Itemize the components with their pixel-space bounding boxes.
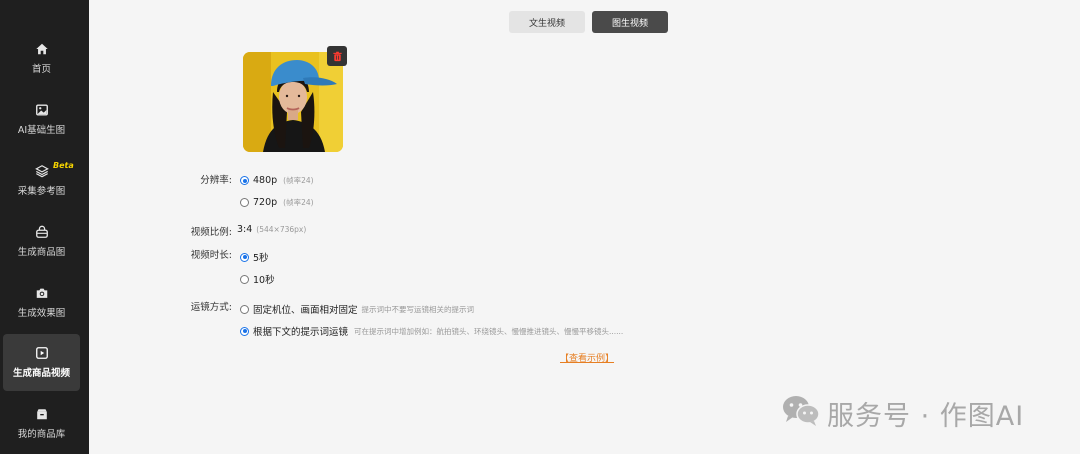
ratio-text: 3:4 xyxy=(237,224,253,235)
option-label: 根据下文的提示词运镜 xyxy=(253,327,349,338)
sidebar-item-label: 首页 xyxy=(31,64,51,75)
sidebar: 首页 AI基础生图 Beta 采集参考图 生成商品图 生成效果图 生成商品视频 xyxy=(0,0,89,454)
camera-option-fixed[interactable]: 固定机位、画面相对固定 提示词中不要写运镜相关的提示词 xyxy=(240,302,474,316)
option-label: 720p xyxy=(253,197,278,208)
radio-button[interactable] xyxy=(240,326,249,336)
radio-button[interactable] xyxy=(240,176,249,185)
uploaded-image-thumbnail[interactable] xyxy=(243,52,343,152)
ratio-hint: (544×736px) xyxy=(256,225,307,234)
sidebar-item-label: 生成商品视频 xyxy=(12,368,70,379)
sidebar-item-product-library[interactable]: 我的商品库 xyxy=(3,395,80,452)
image-icon xyxy=(35,103,49,117)
delete-image-button[interactable] xyxy=(327,46,347,66)
ratio-value: 3:4 (544×736px) xyxy=(237,224,306,235)
duration-option-10s[interactable]: 10秒 xyxy=(240,272,275,286)
radio-button[interactable] xyxy=(240,274,249,284)
video-icon xyxy=(35,346,49,360)
duration-label: 视频时长: xyxy=(190,250,232,261)
sidebar-item-label: 生成效果图 xyxy=(17,308,66,319)
sidebar-item-home[interactable]: 首页 xyxy=(3,30,80,87)
box-icon xyxy=(35,407,49,421)
option-label: 480p xyxy=(253,175,278,186)
sidebar-item-label: AI基础生图 xyxy=(17,125,66,136)
option-hint: 提示词中不要写运镜相关的提示词 xyxy=(361,304,475,314)
radio-button[interactable] xyxy=(240,304,249,314)
wechat-icon xyxy=(781,393,827,434)
tab-image-to-video[interactable]: 图生视频 xyxy=(592,11,668,33)
home-icon xyxy=(35,42,49,56)
layers-icon xyxy=(34,164,49,178)
sidebar-item-label: 我的商品库 xyxy=(17,429,66,440)
resolution-option-480p[interactable]: 480p (帧率24) xyxy=(240,175,314,186)
option-hint: 可在提示词中增加例如：航拍镜头、环绕镜头、慢慢推进镜头、慢慢平移镜头...... xyxy=(354,326,624,336)
ratio-label: 视频比例: xyxy=(190,227,232,238)
beta-badge: Beta xyxy=(53,161,74,170)
option-hint: (帧率24) xyxy=(283,198,314,207)
main-panel: 文生视频 图生视频 分辨率: 480p (帧率24) 720p (帧率24) 视… xyxy=(89,0,1080,454)
sidebar-item-label: 采集参考图 xyxy=(17,186,66,197)
resolution-label: 分辨率: xyxy=(200,175,232,186)
sidebar-item-effect-image[interactable]: 生成效果图 xyxy=(3,274,80,331)
watermark-text: 服务号 · 作图AI xyxy=(827,401,1025,432)
camera-option-prompt[interactable]: 根据下文的提示词运镜 可在提示词中增加例如：航拍镜头、环绕镜头、慢慢推进镜头、慢… xyxy=(240,324,623,338)
trash-icon xyxy=(332,47,343,66)
sidebar-item-reference[interactable]: Beta 采集参考图 xyxy=(3,152,80,209)
option-label: 5秒 xyxy=(253,253,269,264)
camera-label: 运镜方式: xyxy=(190,302,232,313)
sidebar-item-label: 生成商品图 xyxy=(17,247,66,258)
bag-icon xyxy=(35,225,49,239)
watermark: 服务号 · 作图AI xyxy=(781,393,1024,434)
sidebar-item-product-image[interactable]: 生成商品图 xyxy=(3,213,80,270)
tab-text-to-video[interactable]: 文生视频 xyxy=(509,11,585,33)
resolution-option-720p[interactable]: 720p (帧率24) xyxy=(240,197,314,208)
radio-button[interactable] xyxy=(240,198,249,207)
option-label: 固定机位、画面相对固定 xyxy=(253,305,358,316)
view-example-link[interactable]: 【查看示例】 xyxy=(560,351,614,364)
mode-tabs: 文生视频 图生视频 xyxy=(509,11,668,33)
radio-button[interactable] xyxy=(240,252,249,262)
sidebar-item-ai-image[interactable]: AI基础生图 xyxy=(3,91,80,148)
option-hint: (帧率24) xyxy=(283,176,314,185)
sidebar-item-product-video[interactable]: 生成商品视频 xyxy=(3,334,80,391)
camera-icon xyxy=(35,286,49,300)
duration-option-5s[interactable]: 5秒 xyxy=(240,250,269,264)
option-label: 10秒 xyxy=(253,275,275,286)
